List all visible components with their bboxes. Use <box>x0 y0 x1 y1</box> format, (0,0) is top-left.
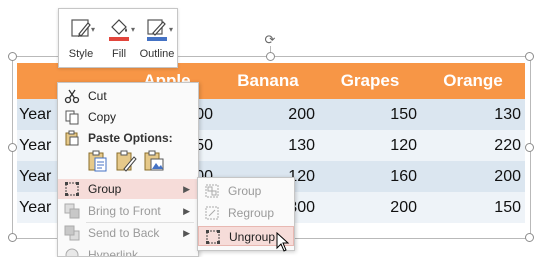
paint-bucket-icon <box>107 17 131 41</box>
menu-item-cut[interactable]: Cut <box>58 86 198 106</box>
paste-options-label: Paste Options: <box>88 131 173 145</box>
group-icon <box>64 181 80 197</box>
menu-item-bring-to-front[interactable]: Bring to Front ▶ <box>58 201 198 221</box>
table-header-cell[interactable]: Grapes <box>319 63 421 99</box>
menu-item-copy[interactable]: Copy <box>58 107 198 127</box>
table-cell[interactable]: 200 <box>217 99 319 130</box>
resize-handle-top[interactable] <box>266 52 275 61</box>
mouse-pointer-icon <box>276 231 290 252</box>
outline-label: Outline <box>139 48 175 60</box>
style-pencil-icon <box>69 17 93 41</box>
context-menu: Cut Copy Paste Options: Group ▶ Bring to… <box>57 82 199 257</box>
hyperlink-globe-icon <box>64 247 80 256</box>
table-cell[interactable]: 200 <box>421 161 525 192</box>
submenu-item-group[interactable]: Group <box>198 181 294 201</box>
submenu-item-regroup[interactable]: Regroup <box>198 203 294 223</box>
resize-handle-bottom-right[interactable] <box>525 233 534 242</box>
table-cell[interactable]: 130 <box>421 99 525 130</box>
menu-item-label: Bring to Front <box>88 204 161 218</box>
table-header-cell[interactable]: Banana <box>217 63 319 99</box>
menu-item-label: Hyperlink... <box>88 248 149 257</box>
submenu-item-label: Ungroup <box>229 230 276 244</box>
submenu-item-label: Regroup <box>228 206 275 220</box>
table-header-cell[interactable]: Orange <box>421 63 525 99</box>
bring-to-front-icon <box>64 203 80 219</box>
fill-dropdown-arrow-icon: ▾ <box>131 25 136 34</box>
menu-item-send-to-back[interactable]: Send to Back ▶ <box>58 223 198 243</box>
resize-handle-left[interactable] <box>8 143 17 152</box>
table-cell[interactable]: 120 <box>319 130 421 161</box>
table-cell[interactable]: 130 <box>217 130 319 161</box>
mini-toolbar: ▾ Style ▾ Fill ▾ Outline <box>58 8 178 68</box>
resize-handle-bottom-left[interactable] <box>8 233 17 242</box>
paste-keep-formatting-icon[interactable] <box>114 149 138 173</box>
style-dropdown-arrow-icon: ▾ <box>91 25 96 34</box>
table-cell[interactable]: 150 <box>319 99 421 130</box>
submenu-arrow-icon: ▶ <box>183 228 190 238</box>
scissors-icon <box>64 88 80 104</box>
copy-icon <box>64 109 80 125</box>
clipboard-icon <box>64 130 80 146</box>
outline-pen-icon <box>145 17 169 41</box>
submenu-arrow-icon: ▶ <box>183 206 190 216</box>
table-cell[interactable]: 200 <box>319 192 421 223</box>
submenu-arrow-icon: ▶ <box>183 184 190 194</box>
style-button[interactable]: ▾ Style <box>63 13 99 63</box>
paste-as-picture-icon[interactable] <box>142 149 166 173</box>
table-cell[interactable]: 160 <box>319 161 421 192</box>
regroup-icon <box>204 205 220 221</box>
menu-item-label: Group <box>88 182 122 196</box>
resize-handle-top-left[interactable] <box>8 52 17 61</box>
rotate-handle-icon[interactable]: ⟳ <box>264 33 276 46</box>
send-to-back-icon <box>64 225 80 241</box>
table-cell[interactable]: 150 <box>421 192 525 223</box>
fill-button[interactable]: ▾ Fill <box>101 13 137 63</box>
table-cell[interactable]: 220 <box>421 130 525 161</box>
outline-dropdown-arrow-icon: ▾ <box>169 25 174 34</box>
menu-item-label: Cut <box>88 89 107 103</box>
group-icon <box>204 183 220 199</box>
resize-handle-top-right[interactable] <box>525 52 534 61</box>
menu-item-hyperlink[interactable]: Hyperlink... <box>58 245 198 257</box>
menu-item-label: Copy <box>88 110 117 124</box>
menu-item-group[interactable]: Group ▶ <box>58 179 198 199</box>
paste-use-destination-theme-icon[interactable] <box>86 149 110 173</box>
submenu-item-label: Group <box>228 184 262 198</box>
ungroup-icon <box>205 229 221 245</box>
resize-handle-right[interactable] <box>525 143 534 152</box>
outline-button[interactable]: ▾ Outline <box>139 13 175 63</box>
menu-item-label: Send to Back <box>88 226 160 240</box>
